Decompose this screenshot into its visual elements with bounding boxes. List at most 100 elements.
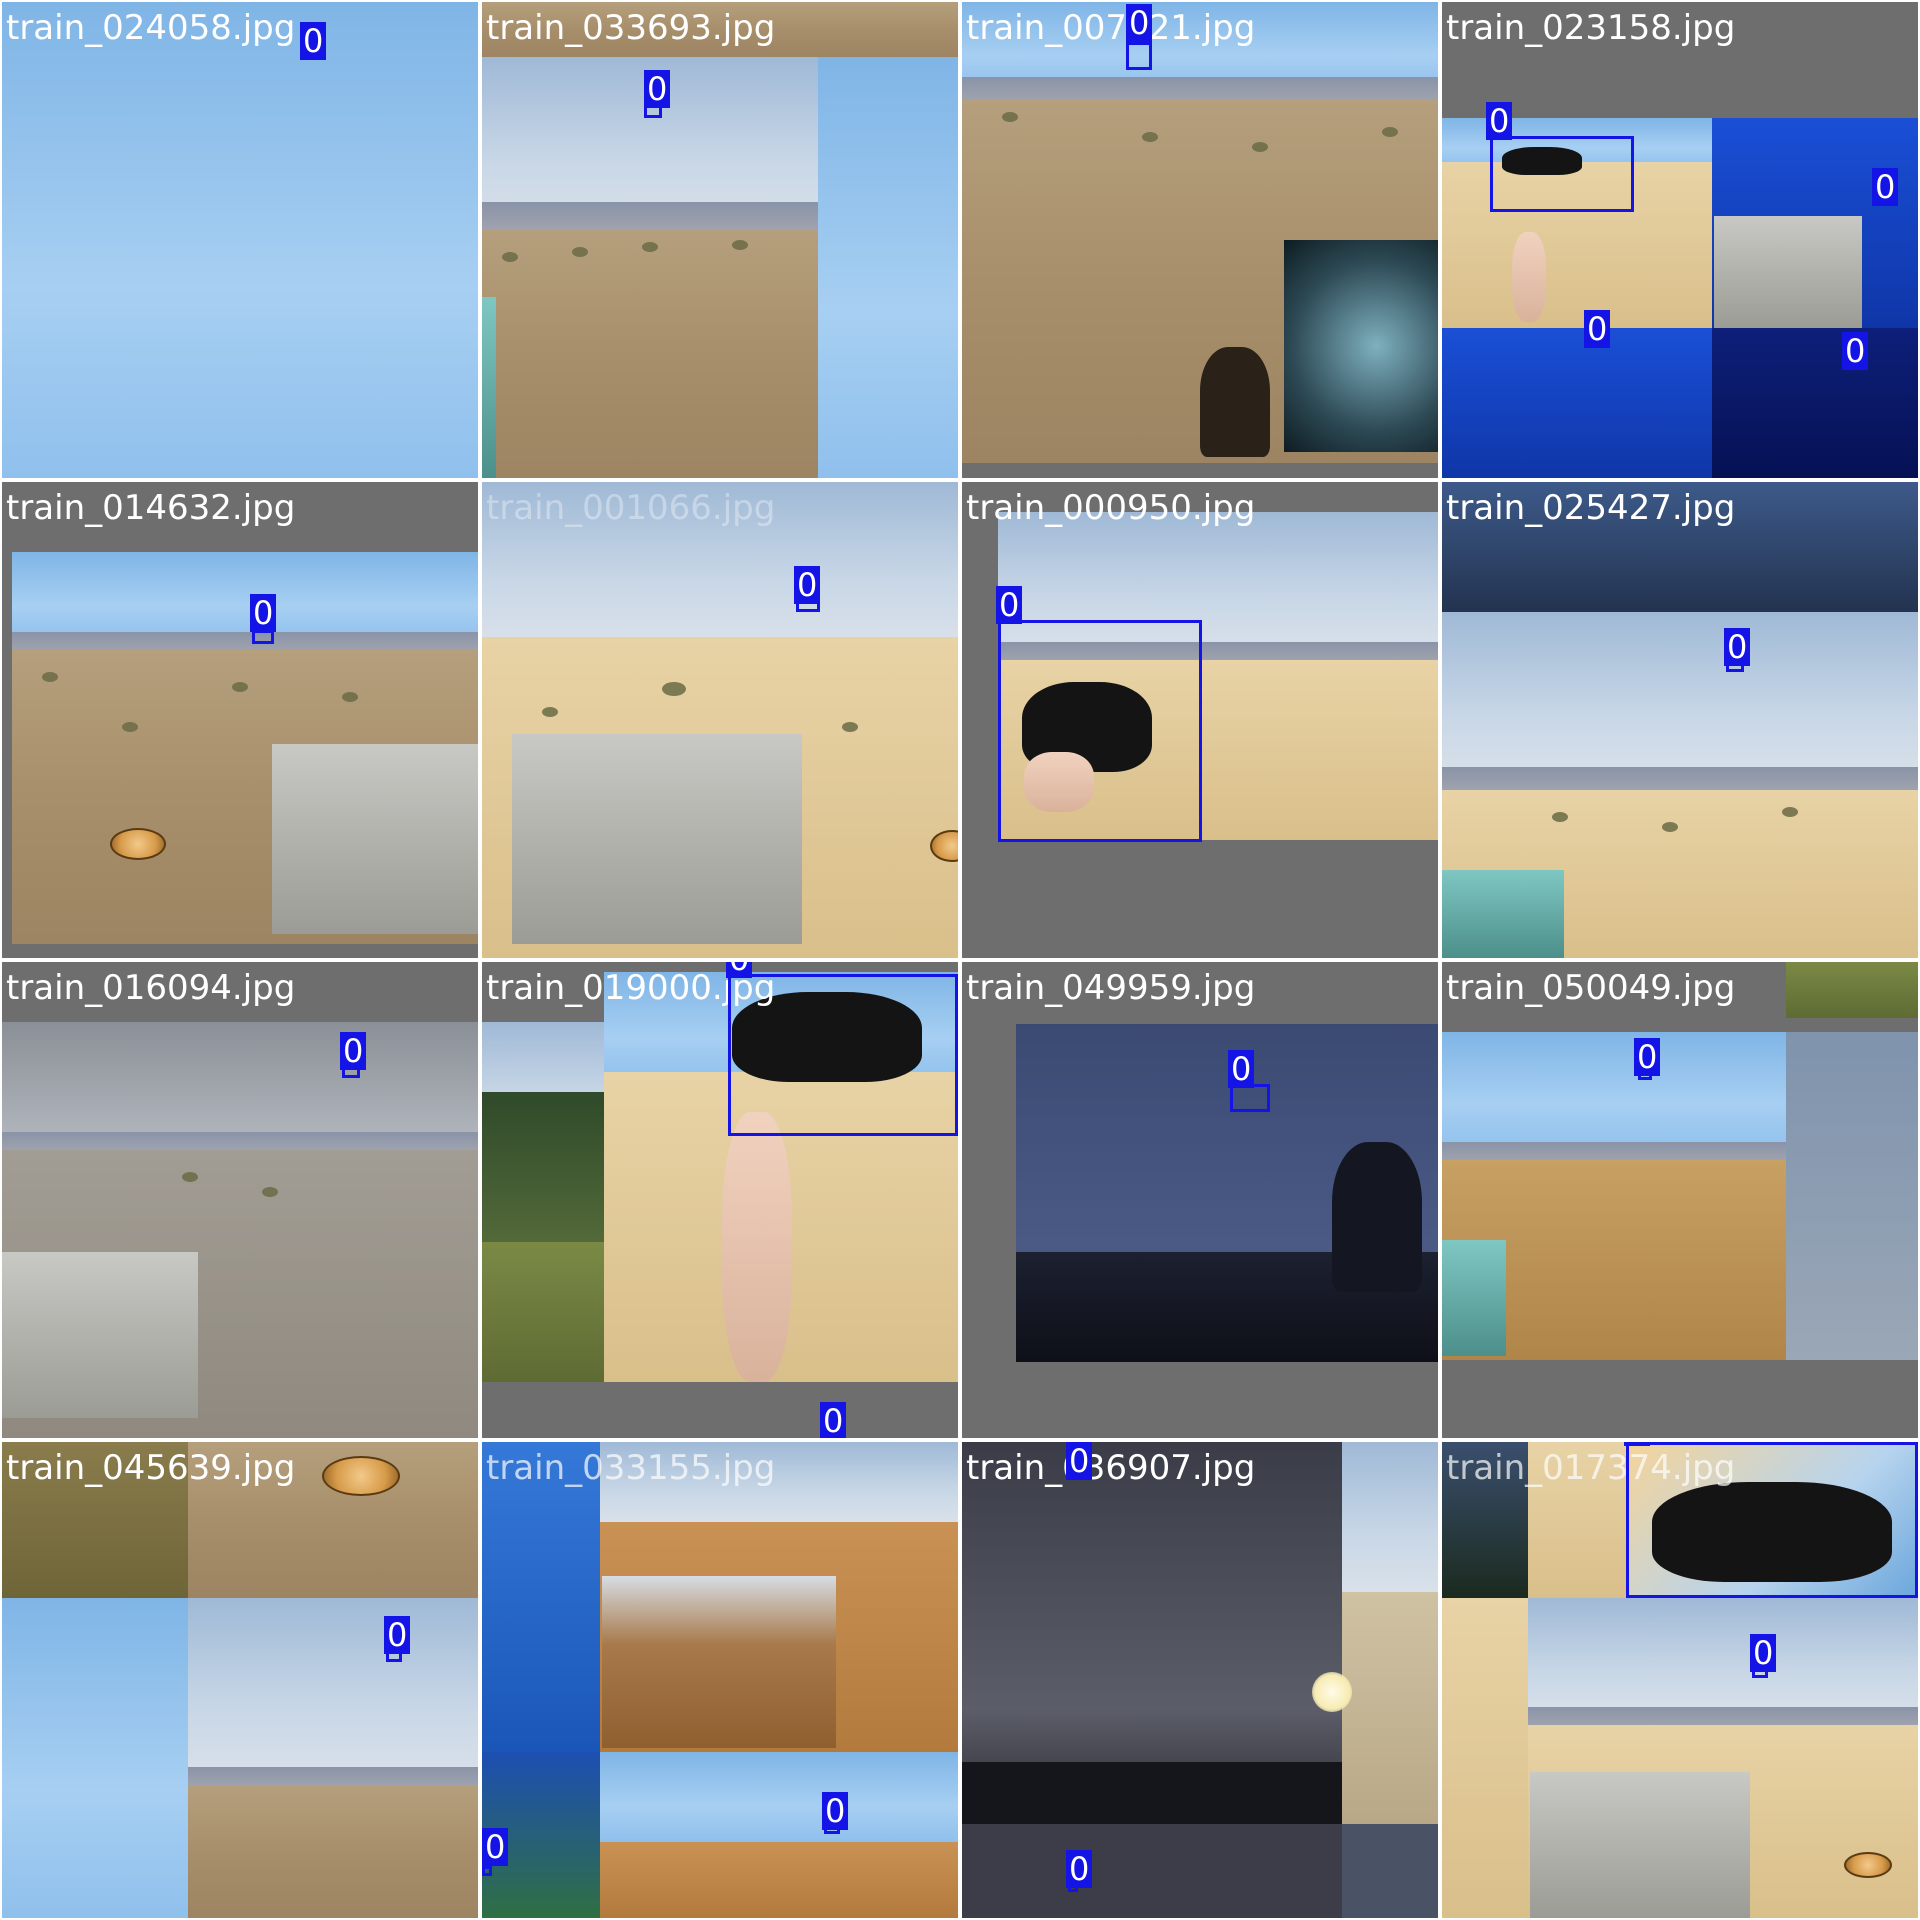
blue-panel [1442,328,1712,478]
sky-panel [1786,1032,1918,1360]
dark-ground [1342,1824,1438,1918]
sky-region [188,1598,478,1778]
mosaic-tile-train-016094: train_016094.jpg 0 [2,962,478,1438]
desert-ground [1442,1598,1528,1918]
class-label: 0 [996,586,1023,624]
tile-filename: train_014632.jpg [6,488,296,528]
hd-screen-inset [1284,240,1438,452]
blue-panel [482,1442,600,1752]
mosaic-tile-train-023158: train_023158.jpg 0 0 0 0 [1442,2,1918,478]
arm [722,1112,792,1382]
shadow-figures [1200,347,1270,457]
blue-sky-panel [2,1598,188,1918]
class-label: 0 [820,1402,847,1438]
tile-filename: train_023158.jpg [1446,8,1736,48]
landing-pad [1844,1852,1892,1878]
tile-filename: train_033693.jpg [486,8,776,48]
class-label: 0 [482,1828,509,1866]
sky-region [1442,1032,1786,1152]
grass [482,1242,604,1382]
class-label: 0 [726,962,753,978]
mountain-range [1442,767,1918,792]
fpv-screen-inset [1442,870,1564,958]
class-label: 0 [1624,1442,1651,1446]
class-label: 0 [1126,4,1153,42]
landing-pad [110,828,166,860]
class-label: 0 [1584,310,1611,348]
tile-filename: train_050049.jpg [1446,968,1736,1008]
class-label: 0 [1066,1850,1093,1888]
fpv-screen-inset [272,744,478,934]
shrub [662,682,686,696]
mountain-range [12,632,478,652]
sky-region [1442,612,1918,782]
class-label: 0 [1228,1050,1255,1088]
tile-filename: train_033155.jpg [486,1448,776,1488]
mosaic-tile-train-014632: train_014632.jpg 0 [2,482,478,958]
arm [1512,232,1546,322]
padding-background [962,463,1438,478]
mosaic-tile-train-024058: train_024058.jpg 0 [2,2,478,478]
shrub [1142,132,1158,142]
training-batch-mosaic: train_024058.jpg 0 train_033693.jpg 0 tr… [0,0,1920,1920]
shrub [262,1187,278,1197]
desert-ground [1342,1592,1438,1824]
class-label: 0 [1066,1442,1093,1480]
screen-edge [482,297,496,478]
desert-ground [188,1785,478,1918]
tile-filename: train_000950.jpg [966,488,1256,528]
shrub [342,692,358,702]
shrub [1782,807,1798,817]
class-label: 0 [1750,1634,1777,1672]
dark-ground [962,1824,1342,1918]
sky-region [1342,1442,1438,1592]
class-label: 0 [1634,1038,1661,1076]
mosaic-tile-train-050049: train_050049.jpg 0 [1442,962,1918,1438]
class-label: 0 [1724,628,1751,666]
foliage-strip [1786,962,1918,1018]
class-label: 0 [1842,332,1869,370]
detection-box [1230,1084,1270,1112]
tile-filename: train_007021.jpg [966,8,1256,48]
tile-filename: train_024058.jpg [6,8,296,48]
fpv-screen-inset [2,1252,198,1418]
tile-filename: train_049959.jpg [966,968,1256,1008]
phone-screen-inset [1714,216,1862,328]
class-label: 0 [794,566,821,604]
detection-box [252,630,274,644]
shrub [542,707,558,717]
mosaic-tile-train-019000: train_019000.jpg 0 0 [482,962,958,1438]
mosaic-tile-train-017374: train_017374.jpg 0 0 [1442,1442,1918,1918]
mosaic-tile-train-036907: train_036907.jpg 0 0 [962,1442,1438,1918]
mosaic-tile-train-049959: train_049959.jpg 0 [962,962,1438,1438]
class-label: 0 [300,22,327,60]
moon [1312,1672,1352,1712]
tile-filename: train_001066.jpg [486,488,776,528]
detection-box [1626,1442,1918,1598]
mosaic-tile-train-007021: train_007021.jpg 0 [962,2,1438,478]
shrub [1662,822,1678,832]
shrub [232,682,248,692]
tree-silhouettes [962,1762,1342,1824]
shrub [42,672,58,682]
sky-region [600,1752,958,1842]
shrub [182,1172,198,1182]
class-label: 0 [644,70,671,108]
detection-box [1490,136,1634,212]
mountain-range [188,1767,478,1787]
sky-region [12,552,478,642]
navy-panel [1712,328,1918,478]
class-label: 0 [822,1792,849,1830]
tile-filename: train_036907.jpg [966,1448,1256,1488]
sky-region [1528,1598,1918,1718]
detection-box [482,1866,492,1876]
class-label: 0 [250,594,277,632]
mosaic-tile-train-001066: train_001066.jpg 0 [482,482,958,958]
tile-filename: train_025427.jpg [1446,488,1736,528]
shrub [1552,812,1568,822]
blue-sky-panel [818,57,958,478]
trees [482,1092,604,1252]
mosaic-tile-train-033693: train_033693.jpg 0 [482,2,958,478]
mosaic-tile-train-025427: train_025427.jpg 0 [1442,482,1918,958]
shrub [502,252,518,262]
